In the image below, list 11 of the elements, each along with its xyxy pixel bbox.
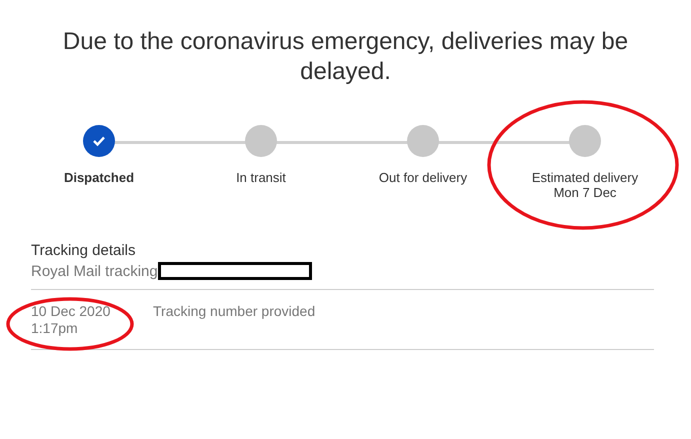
step-label: Out for delivery <box>378 170 468 185</box>
step-label: Estimated delivery <box>532 170 638 185</box>
notice-heading: Due to the coronavirus emergency, deliveries may be delayed. <box>62 27 630 87</box>
event-time: 1:17pm <box>31 320 78 337</box>
step-label: In transit <box>236 170 286 185</box>
carrier-label: Royal Mail tracking <box>31 262 158 280</box>
step-label: Dispatched <box>64 170 134 185</box>
section-title: Tracking details <box>31 241 136 261</box>
event-description: Tracking number provided <box>153 303 316 321</box>
step-date: Mon 7 Dec <box>554 185 616 200</box>
event-date: 10 Dec 2020 <box>31 303 110 320</box>
